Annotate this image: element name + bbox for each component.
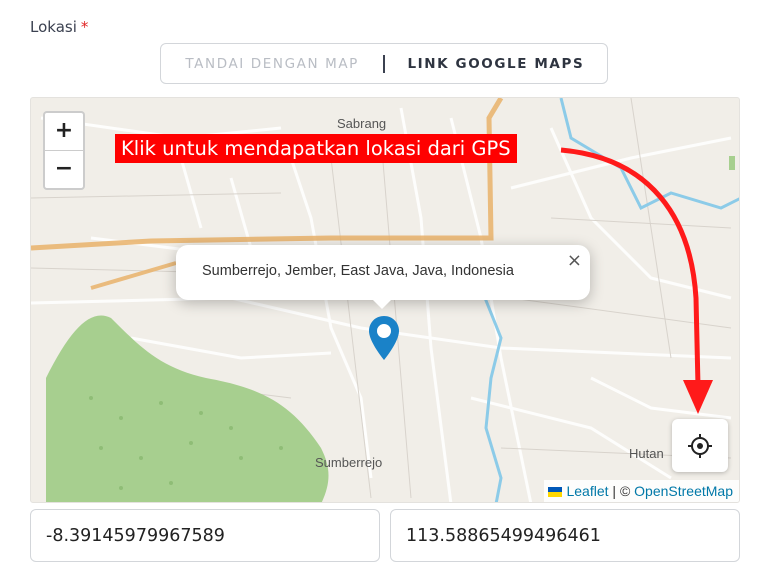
- required-asterisk: *: [80, 18, 89, 36]
- map-label-hutan: Hutan: [629, 446, 664, 461]
- location-label: Lokasi *: [30, 18, 88, 36]
- tab-tandai-dengan-map[interactable]: TANDAI DENGAN MAP: [161, 56, 383, 72]
- zoom-out-button[interactable]: −: [45, 150, 83, 188]
- location-popup: Sumberrejo, Jember, East Java, Java, Ind…: [176, 245, 590, 309]
- map-marker-icon[interactable]: [368, 315, 400, 365]
- location-mode-toggle: TANDAI DENGAN MAP LINK GOOGLE MAPS: [160, 43, 608, 84]
- zoom-control: + −: [43, 111, 85, 190]
- gps-hint-annotation: Klik untuk mendapatkan lokasi dari GPS: [115, 134, 517, 163]
- crosshair-icon: [688, 433, 712, 458]
- attribution-separator: | ©: [612, 483, 631, 499]
- popup-close-button[interactable]: ×: [567, 250, 582, 271]
- latitude-input[interactable]: [30, 509, 380, 562]
- popup-tip: [372, 299, 392, 309]
- popup-address: Sumberrejo, Jember, East Java, Java, Ind…: [202, 263, 514, 279]
- longitude-input[interactable]: [390, 509, 740, 562]
- openstreetmap-link[interactable]: OpenStreetMap: [634, 483, 733, 499]
- map-label-sumberrejo: Sumberrejo: [315, 455, 383, 470]
- zoom-in-button[interactable]: +: [45, 113, 83, 150]
- tab-link-google-maps[interactable]: LINK GOOGLE MAPS: [385, 56, 607, 72]
- map-attribution: Leaflet | © OpenStreetMap: [544, 480, 739, 502]
- location-label-text: Lokasi: [30, 18, 77, 36]
- map-label-sabrang: Sabrang: [337, 116, 387, 131]
- gps-locate-button[interactable]: [672, 419, 728, 472]
- leaflet-link[interactable]: Leaflet: [566, 483, 608, 499]
- ukraine-flag-icon: [548, 487, 563, 497]
- map-container[interactable]: Sabrang Sumberrejo Hutan + − Klik untuk …: [30, 97, 740, 503]
